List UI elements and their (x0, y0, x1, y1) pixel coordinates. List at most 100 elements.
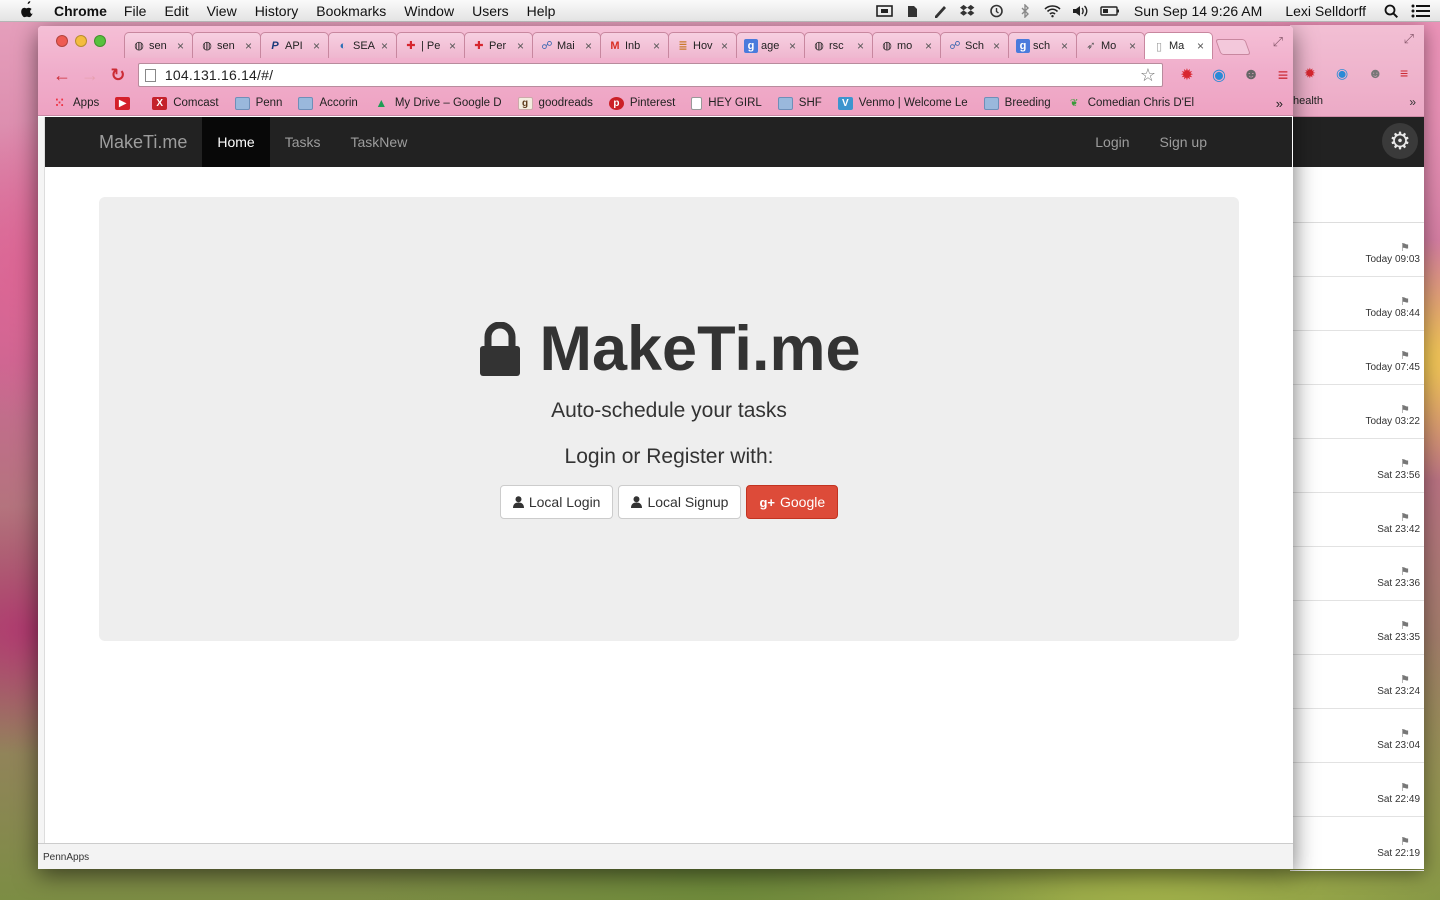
bookmark-comcast[interactable]: X Comcast (152, 96, 219, 110)
time-machine-icon[interactable] (988, 4, 1005, 18)
close-tab-icon[interactable]: × (1197, 39, 1207, 53)
nav-signup[interactable]: Sign up (1145, 117, 1222, 167)
flag-icon[interactable]: ⚑ (1400, 673, 1412, 686)
chrome-menu-icon[interactable]: ≡ (1273, 65, 1293, 85)
gear-icon[interactable]: ⚙ (1382, 123, 1418, 159)
bookmark-youtube[interactable]: ▶ (115, 96, 136, 110)
evernote-icon[interactable] (904, 4, 921, 18)
flag-icon[interactable]: ⚑ (1400, 511, 1412, 524)
close-tab-icon[interactable]: × (789, 39, 799, 53)
bookmark-apps[interactable]: ⁙ Apps (52, 96, 99, 110)
volume-icon[interactable] (1072, 4, 1089, 18)
list-item[interactable]: ⚑ Sat 23:36 (1290, 547, 1424, 601)
close-tab-icon[interactable]: × (313, 39, 323, 53)
zoom-window-button[interactable] (94, 35, 106, 47)
flag-icon[interactable]: ⚑ (1400, 619, 1412, 632)
browser-tab[interactable]: ✚ | Pe × (396, 32, 465, 58)
close-tab-icon[interactable]: × (1129, 39, 1139, 53)
browser-tab[interactable]: ✚ Per × (464, 32, 533, 58)
nav-home[interactable]: Home (202, 117, 270, 167)
flag-icon[interactable]: ⚑ (1400, 457, 1412, 470)
close-tab-icon[interactable]: × (585, 39, 595, 53)
bookmark-folder-shf[interactable]: SHF (777, 96, 822, 110)
bookmark-folder-breeding[interactable]: Breeding (983, 96, 1051, 110)
menubar-app-name[interactable]: Chrome (54, 3, 107, 19)
bookmark-hey-girl[interactable]: HEY GIRL (691, 96, 762, 110)
close-tab-icon[interactable]: × (857, 39, 867, 53)
spotlight-search-icon[interactable] (1383, 4, 1400, 18)
list-item[interactable]: ⚑ Today 09:03 (1290, 223, 1424, 277)
menu-file[interactable]: File (124, 3, 147, 19)
nav-tasknew[interactable]: TaskNew (336, 117, 423, 167)
browser-tab[interactable]: ◍ mo × (872, 32, 941, 58)
dropbox-icon[interactable] (959, 4, 977, 18)
bookmark-health[interactable]: health (1293, 95, 1323, 107)
list-item[interactable]: ⚑ Sat 22:19 (1290, 817, 1424, 871)
browser-tab[interactable]: ◍ sen × (124, 32, 193, 58)
list-item[interactable]: ⚑ Sat 23:35 (1290, 601, 1424, 655)
bookmark-pinterest[interactable]: p Pinterest (608, 96, 675, 110)
menu-history[interactable]: History (255, 3, 299, 19)
close-tab-icon[interactable]: × (653, 39, 663, 53)
extension-icon[interactable]: ✹ (1304, 65, 1316, 82)
local-signup-button[interactable]: Local Signup (618, 485, 742, 519)
new-tab-button[interactable] (1215, 39, 1251, 55)
close-tab-icon[interactable]: × (449, 39, 459, 53)
flag-icon[interactable]: ⚑ (1400, 403, 1412, 416)
flag-icon[interactable]: ⚑ (1400, 727, 1412, 740)
browser-tab[interactable]: ≣ Hov × (668, 32, 737, 58)
menu-help[interactable]: Help (527, 3, 556, 19)
bookmark-venmo[interactable]: V Venmo | Welcome Le (837, 96, 968, 110)
close-tab-icon[interactable]: × (517, 39, 527, 53)
browser-tab[interactable]: ◍ sen × (192, 32, 261, 58)
close-tab-icon[interactable]: × (721, 39, 731, 53)
menu-bookmarks[interactable]: Bookmarks (316, 3, 386, 19)
close-window-button[interactable] (56, 35, 68, 47)
extension-icon[interactable]: ☻ (1241, 65, 1261, 85)
list-item[interactable]: ⚑ Sat 23:04 (1290, 709, 1424, 763)
bookmarks-overflow-icon[interactable]: » (1276, 96, 1283, 111)
apple-menu-icon[interactable] (20, 0, 40, 21)
bluetooth-icon[interactable] (1016, 2, 1033, 19)
extension-icon[interactable]: ◉ (1209, 65, 1229, 85)
menu-edit[interactable]: Edit (164, 3, 188, 19)
forward-arrow-icon[interactable]: → (76, 65, 104, 86)
list-item[interactable]: ⚑ Today 08:44 (1290, 277, 1424, 331)
address-url[interactable]: 104.131.16.14/#/ (165, 67, 1140, 83)
close-tab-icon[interactable]: × (245, 39, 255, 53)
menu-view[interactable]: View (207, 3, 237, 19)
list-item[interactable]: ⚑ Sat 23:42 (1290, 493, 1424, 547)
close-tab-icon[interactable]: × (381, 39, 391, 53)
bookmark-google-drive[interactable]: ▲ My Drive – Google D (374, 96, 501, 110)
bookmark-folder-penn[interactable]: Penn (234, 96, 282, 110)
browser-tab[interactable]: P API × (260, 32, 329, 58)
bookmark-goodreads[interactable]: g goodreads (517, 96, 593, 110)
battery-icon[interactable] (1100, 4, 1119, 18)
browser-tab[interactable]: ☍ Mai × (532, 32, 601, 58)
nav-tasks[interactable]: Tasks (270, 117, 336, 167)
bookmark-star-icon[interactable]: ☆ (1140, 65, 1156, 86)
extension-icon[interactable]: ☻ (1368, 65, 1383, 81)
close-tab-icon[interactable]: × (925, 39, 935, 53)
list-item[interactable]: ⚑ Today 07:45 (1290, 331, 1424, 385)
flag-icon[interactable]: ⚑ (1400, 295, 1412, 308)
navbar-brand[interactable]: MakeTi.me (99, 132, 187, 153)
flag-icon[interactable]: ⚑ (1400, 241, 1412, 254)
browser-tab[interactable]: g sch × (1008, 32, 1077, 58)
close-tab-icon[interactable]: × (993, 39, 1003, 53)
wifi-icon[interactable] (1044, 4, 1061, 18)
list-item[interactable]: ⚑ Sat 22:49 (1290, 763, 1424, 817)
flag-icon[interactable]: ⚑ (1400, 565, 1412, 578)
browser-tab[interactable]: ◍ rsc × (804, 32, 873, 58)
expand-icon[interactable]: ⤢ (1404, 31, 1414, 47)
browser-tab[interactable]: M Inb × (600, 32, 669, 58)
menu-icon[interactable]: ≡ (1400, 65, 1408, 81)
browser-tab[interactable]: g age × (736, 32, 805, 58)
close-tab-icon[interactable]: × (1061, 39, 1071, 53)
flag-icon[interactable]: ⚑ (1400, 835, 1412, 848)
extension-icon[interactable]: ◉ (1336, 65, 1348, 82)
flag-icon[interactable]: ⚑ (1400, 349, 1412, 362)
back-arrow-icon[interactable]: ← (48, 65, 76, 86)
google-login-button[interactable]: g+ Google (746, 485, 839, 519)
bookmarks-overflow-icon[interactable]: » (1409, 95, 1416, 109)
